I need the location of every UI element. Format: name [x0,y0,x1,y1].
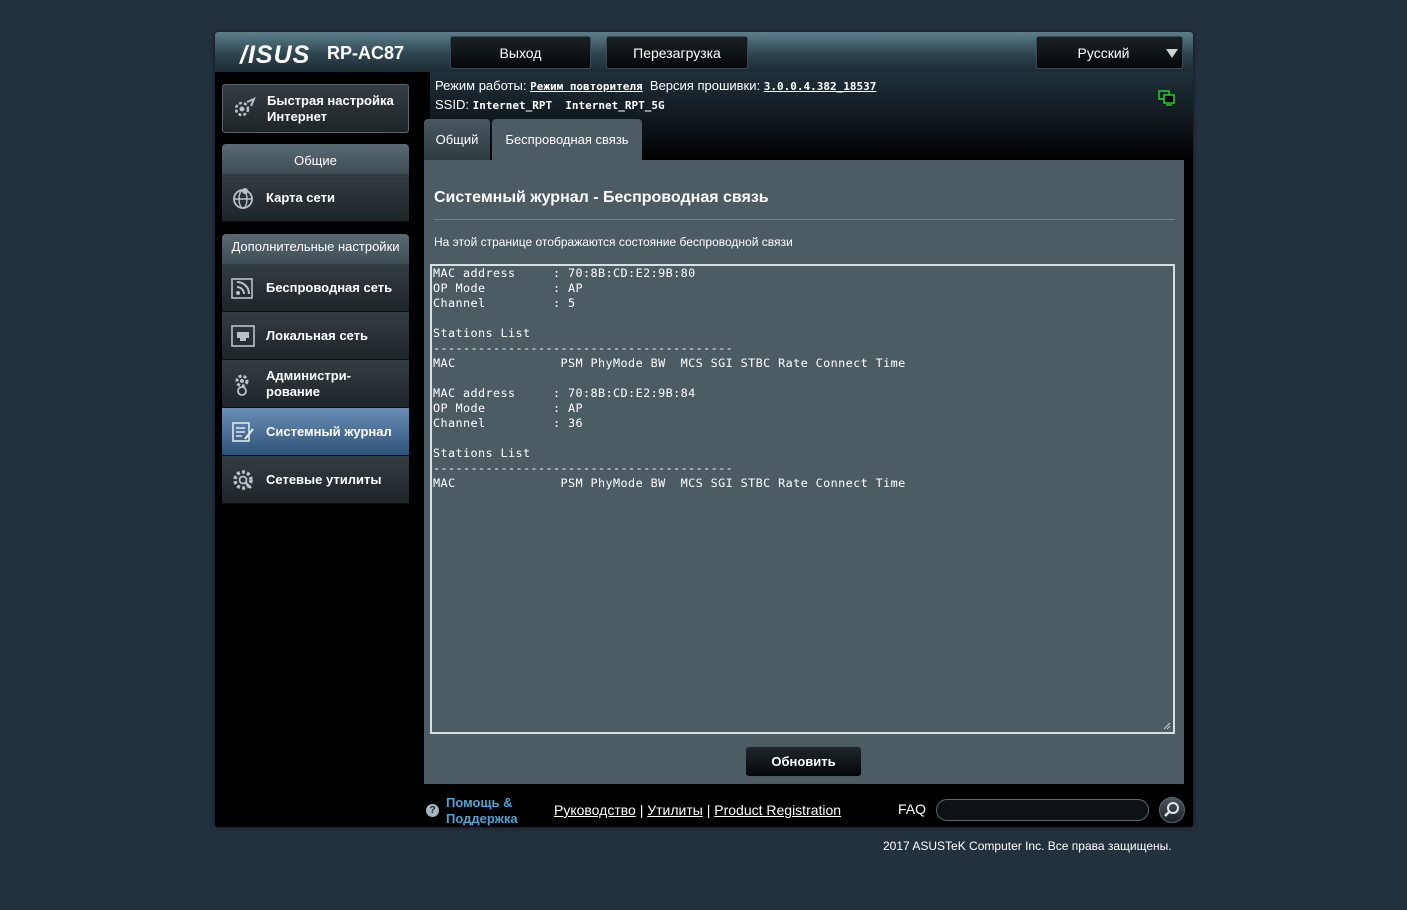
log-textarea[interactable]: MAC address : 70:8B:CD:E2:9B:80 OP Mode … [430,264,1175,734]
sidebar-item-label: Сетевые утилиты [266,472,382,487]
sidebar-item-syslog[interactable]: Системный журнал [222,408,409,456]
sidebar-item-wireless[interactable]: Беспроводная сеть [222,264,409,312]
section-general: Общие [222,144,409,174]
ssid-line: SSID: Internet_RPT Internet_RPT_5G [435,97,665,112]
chevron-down-icon [1166,49,1178,58]
wifi-icon [231,278,253,299]
firmware-link[interactable]: 3.0.0.4.382_18537 [764,80,877,93]
faq-search-input[interactable] [936,799,1149,821]
utilities-link[interactable]: Утилиты [647,802,703,818]
help-icon: ? [426,804,439,817]
mode-link[interactable]: Режим повторителя [530,80,643,93]
product-registration-link[interactable]: Product Registration [714,802,841,818]
model-name: RP-AC87 [327,43,405,63]
sidebar-item-tools[interactable]: Сетевые утилиты [222,456,409,504]
globe-icon [233,188,253,209]
help-support-link[interactable]: Помощь & Поддержка [446,795,536,827]
title-divider [434,219,1175,220]
reboot-button[interactable]: Перезагрузка [606,36,748,69]
router-frame: /ISUS RP-AC87 Выход Перезагрузка Русский… [215,32,1193,827]
faq-label: FAQ [898,801,927,817]
quick-setup-icon [234,97,256,117]
tab-wireless[interactable]: Беспроводная связь [492,119,642,160]
copyright: 2017 ASUSTeK Computer Inc. Все права защ… [883,839,1172,853]
manual-link[interactable]: Руководство [554,802,636,818]
sidebar-item-admin[interactable]: Администри-рование [222,360,409,408]
footer-links: Руководство | Утилиты | Product Registra… [554,802,842,818]
content-panel: Системный журнал - Беспроводная связь На… [424,160,1184,784]
logout-button[interactable]: Выход [450,36,591,69]
sidebar-item-label: Администри-рование [266,368,351,399]
ssid-values: Internet_RPT Internet_RPT_5G [472,99,665,112]
gear-person-icon [235,374,249,396]
log-icon [232,422,254,442]
search-icon [1164,802,1179,817]
firmware-label: Версия прошивки: [649,78,761,93]
sidebar-item-label: Системный журнал [266,424,392,439]
sidebar-item-label: Карта сети [266,190,335,205]
resize-grip-icon[interactable] [1163,722,1171,730]
tab-general[interactable]: Общий [424,119,490,160]
ssid-label: SSID: [435,97,469,112]
tools-icon [233,470,253,490]
lan-port-icon [231,325,255,347]
sidebar-item-quick-setup[interactable]: Быстрая настройка Интернет [222,84,409,133]
log-text: MAC address : 70:8B:CD:E2:9B:80 OP Mode … [433,266,906,490]
refresh-button[interactable]: Обновить [745,746,862,777]
operation-mode-line: Режим работы: Режим повторителя Версия п… [435,78,876,93]
sidebar-item-label: Беспроводная сеть [266,280,393,295]
sidebar-item-network-map[interactable]: Карта сети [222,174,409,222]
sidebar-item-label: Локальная сеть [266,328,368,343]
search-button[interactable] [1159,797,1185,823]
asus-logo: /ISUS [240,41,311,69]
language-select[interactable]: Русский [1036,36,1183,69]
network-status-icon[interactable] [1158,90,1176,106]
page-title: Системный журнал - Беспроводная связь [434,189,769,206]
language-value: Русский [1077,45,1130,61]
sidebar-item-lan[interactable]: Локальная сеть [222,312,409,360]
top-bar: /ISUS RP-AC87 Выход Перезагрузка Русский [215,32,1193,72]
section-advanced: Дополнительные настройки [222,234,409,264]
page-description: На этой странице отображаются состояние … [434,235,793,249]
sidebar-item-label: Быстрая настройка Интернет [267,93,394,124]
mode-label: Режим работы: [435,78,527,93]
